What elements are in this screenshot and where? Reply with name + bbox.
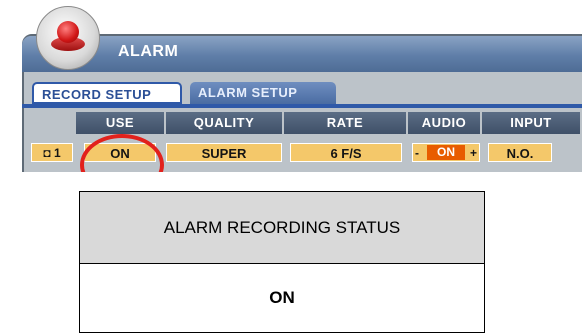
- audio-decrease-icon[interactable]: -: [415, 144, 419, 163]
- column-header-input: INPUT: [482, 112, 580, 134]
- tab-alarm-setup[interactable]: ALARM SETUP: [190, 82, 336, 104]
- rate-cell[interactable]: 6 F/S: [290, 143, 402, 162]
- camera-number: 1: [53, 146, 61, 160]
- audio-increase-icon[interactable]: +: [470, 144, 477, 163]
- column-header-quality: QUALITY: [166, 112, 282, 134]
- input-cell[interactable]: N.O.: [488, 143, 552, 162]
- column-header-audio: AUDIO: [408, 112, 480, 134]
- audio-value: ON: [427, 145, 465, 160]
- column-header-use: USE: [76, 112, 164, 134]
- tab-record-setup[interactable]: RECORD SETUP: [32, 82, 182, 104]
- siren-dome: [57, 21, 79, 43]
- status-header: ALARM RECORDING STATUS: [80, 192, 484, 264]
- column-header-rate: RATE: [284, 112, 406, 134]
- status-value: ON: [80, 264, 484, 332]
- dvr-alarm-window: ALARM RECORD SETUP ALARM SETUP USE QUALI…: [0, 0, 582, 172]
- title-bar: [22, 36, 582, 72]
- tab-strip: [22, 104, 582, 108]
- camera-cell: ◘ 1: [31, 143, 73, 162]
- window-title: ALARM: [118, 43, 179, 60]
- quality-cell[interactable]: SUPER: [166, 143, 282, 162]
- alarm-siren-icon: [36, 6, 100, 70]
- audio-cell[interactable]: - ON +: [412, 143, 480, 162]
- alarm-recording-status-table: ALARM RECORDING STATUS ON: [79, 191, 485, 333]
- camera-icon: ◘: [43, 146, 51, 160]
